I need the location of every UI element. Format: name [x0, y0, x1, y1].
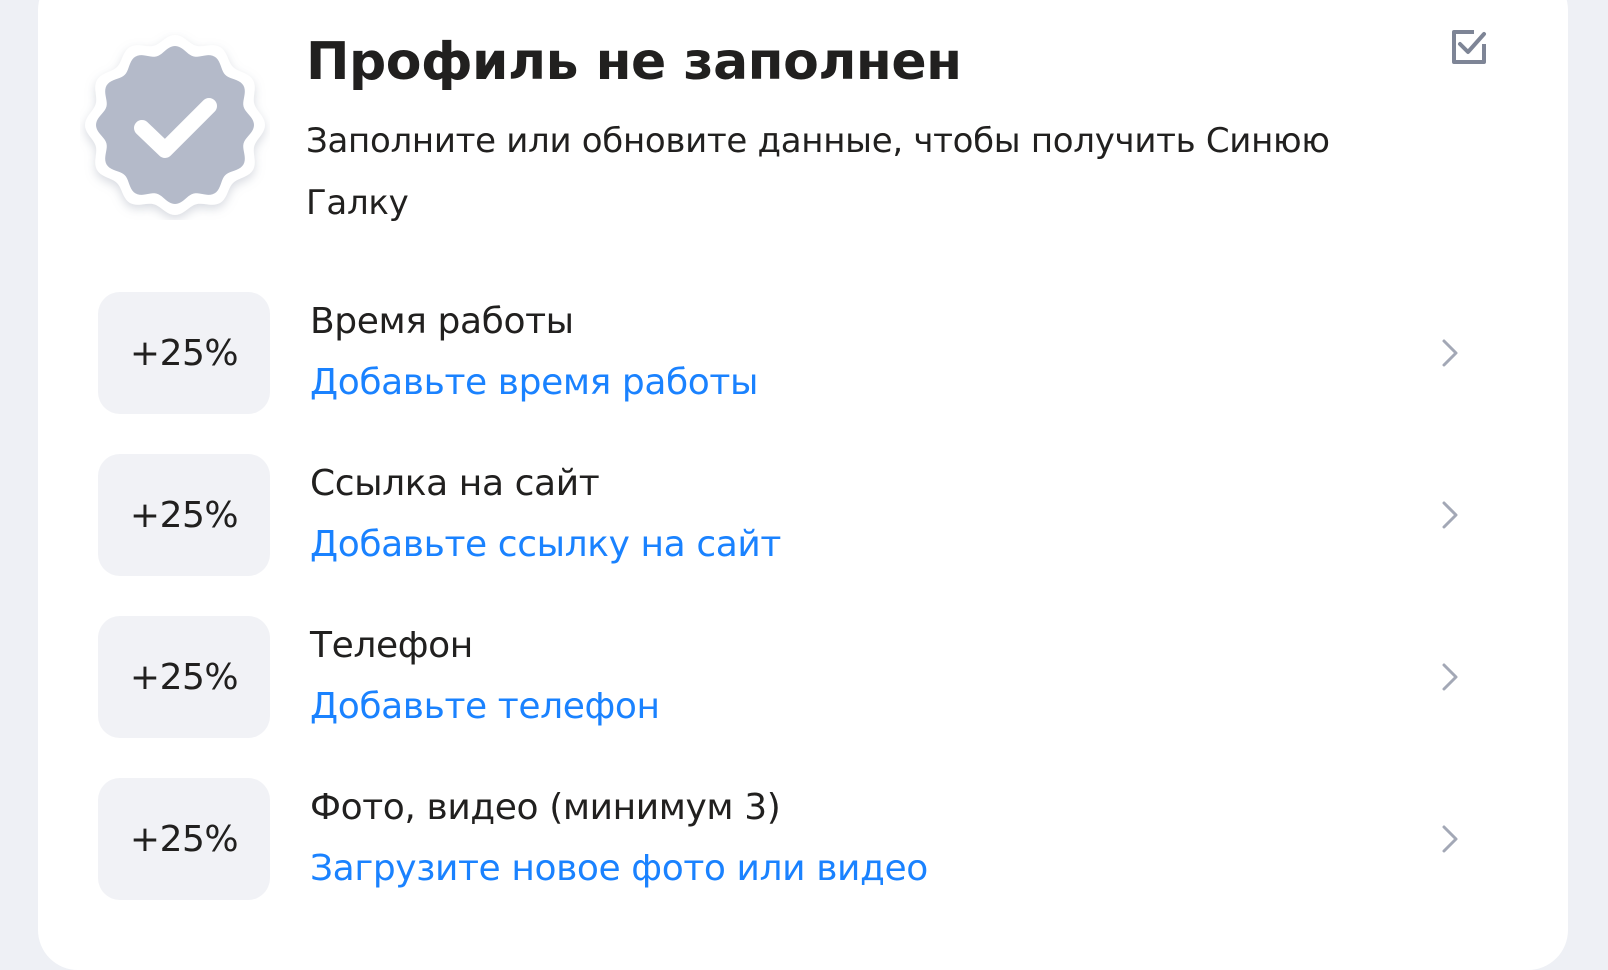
verified-badge-icon [80, 30, 270, 220]
chevron-right-icon [1442, 339, 1458, 367]
percent-chip: +25% [98, 778, 270, 900]
add-phone-link[interactable]: Добавьте телефон [310, 683, 660, 731]
percent-chip: +25% [98, 454, 270, 576]
chevron-right-icon [1442, 825, 1458, 853]
chevron-right-icon [1442, 501, 1458, 529]
task-title: Телефон [310, 625, 473, 666]
add-working-hours-link[interactable]: Добавьте время работы [310, 359, 758, 407]
task-item-website[interactable]: +25% Ссылка на сайт Добавьте ссылку на с… [98, 454, 1478, 576]
upload-media-link[interactable]: Загрузите новое фото или видео [310, 845, 928, 893]
chevron-right-icon [1442, 663, 1458, 691]
task-item-working-hours[interactable]: +25% Время работы Добавьте время работы [98, 292, 1478, 414]
task-item-media[interactable]: +25% Фото, видео (минимум 3) Загрузите н… [98, 778, 1478, 900]
task-title: Ссылка на сайт [310, 463, 600, 504]
page-title: Профиль не заполнен [306, 32, 962, 92]
checkbox-edit-icon[interactable] [1448, 26, 1490, 68]
task-item-phone[interactable]: +25% Телефон Добавьте телефон [98, 616, 1478, 738]
completion-task-list: +25% Время работы Добавьте время работы … [98, 292, 1478, 900]
percent-chip: +25% [98, 292, 270, 414]
task-title: Время работы [310, 301, 574, 342]
percent-chip: +25% [98, 616, 270, 738]
add-website-link[interactable]: Добавьте ссылку на сайт [310, 521, 781, 569]
page-subtitle: Заполните или обновите данные, чтобы пол… [306, 121, 1330, 223]
task-title: Фото, видео (минимум 3) [310, 787, 781, 828]
